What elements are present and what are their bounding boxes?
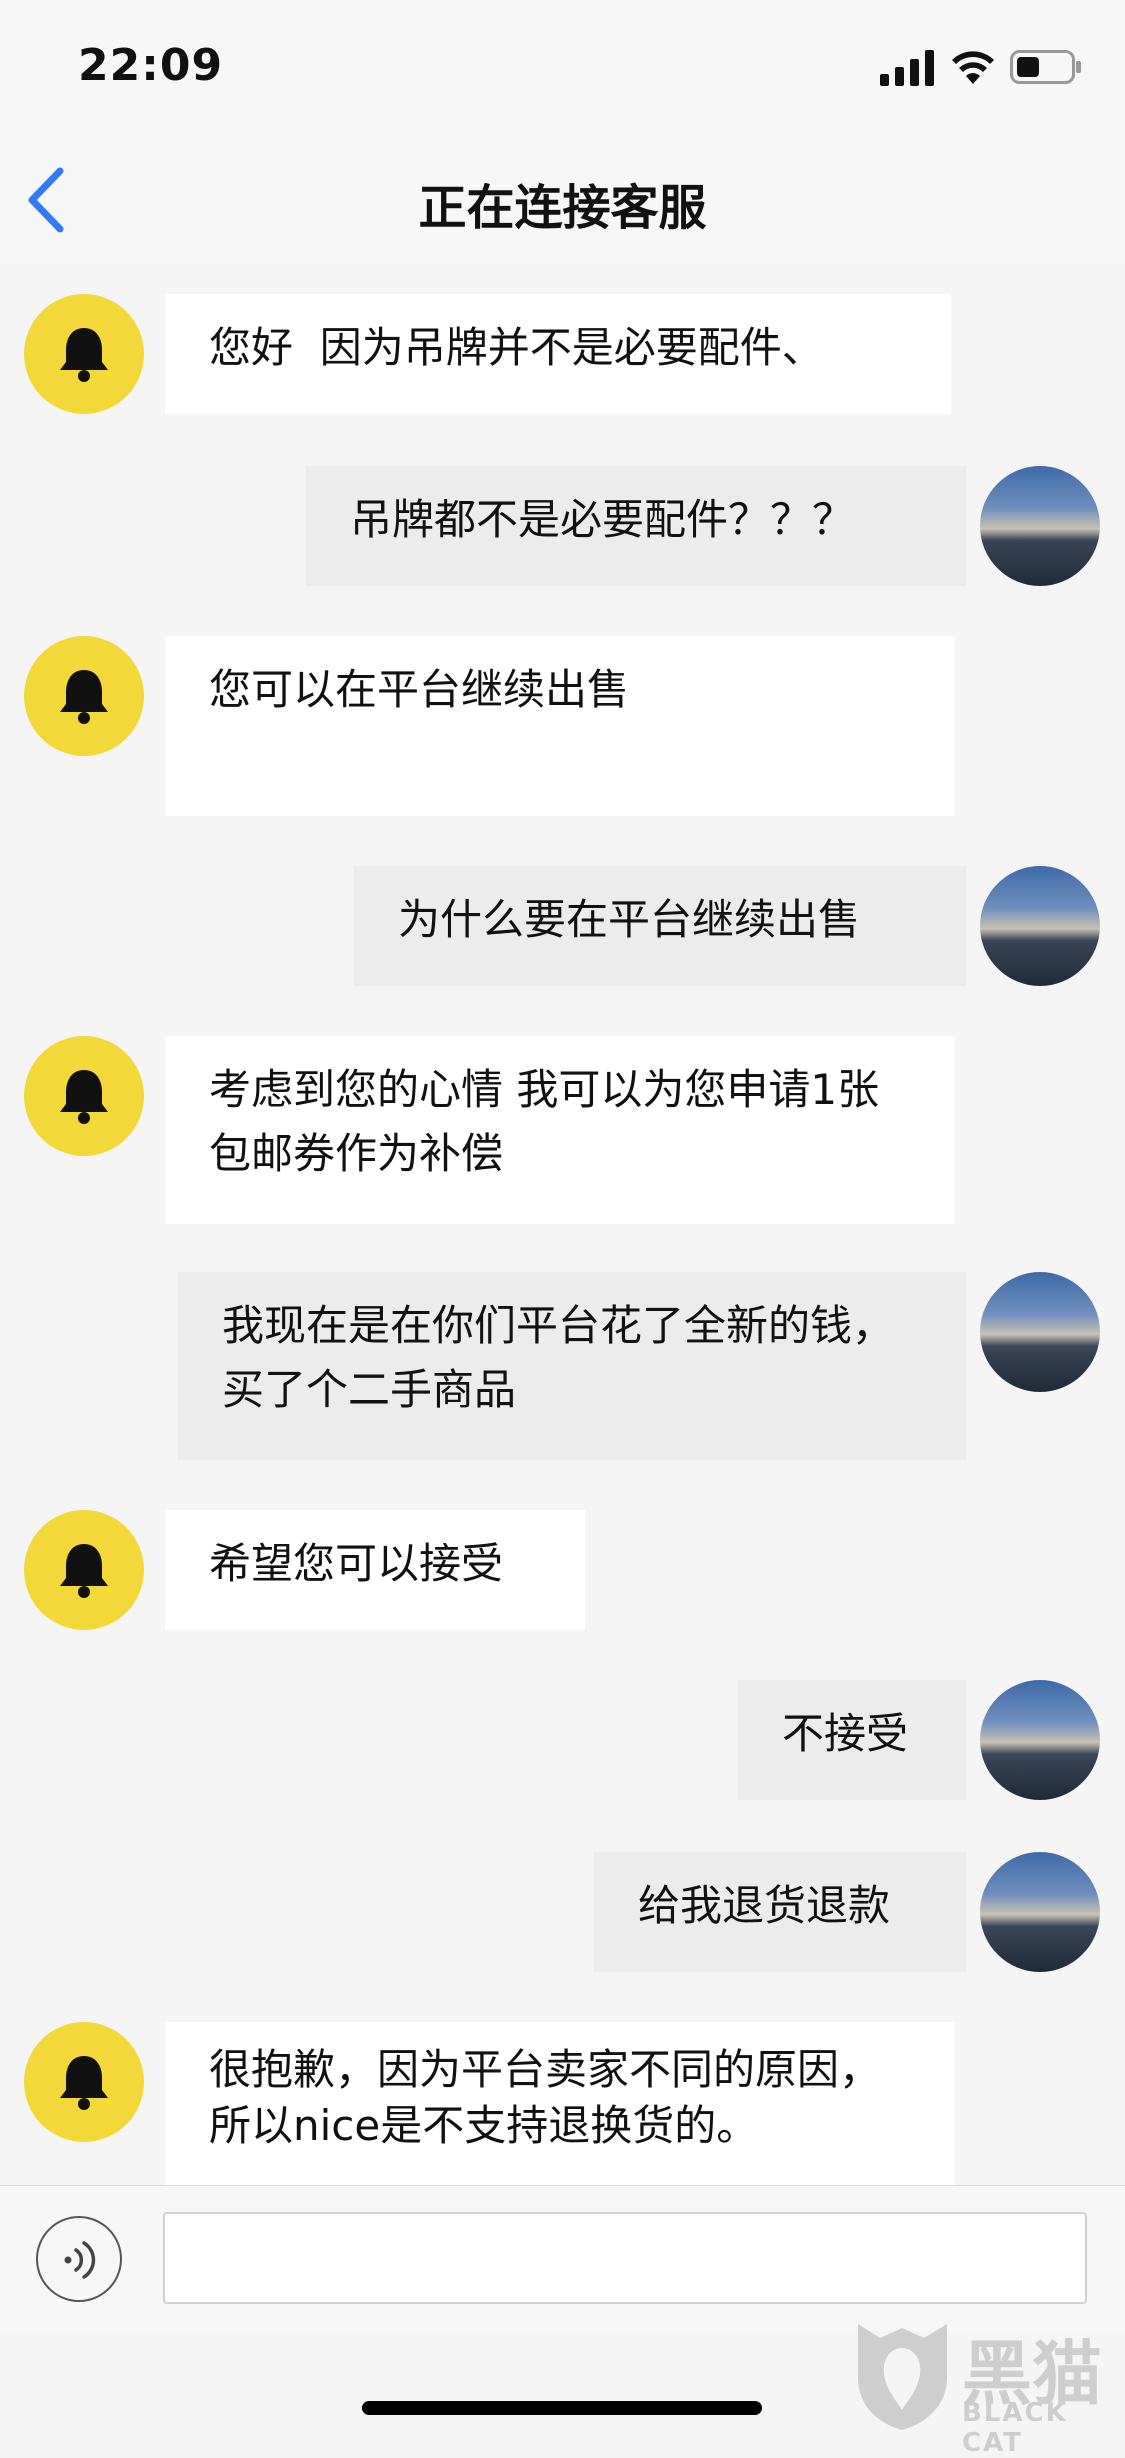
nav-bar: 正在连接客服 [0, 130, 1125, 265]
bot-message-bubble: 您可以在平台继续出售 [165, 636, 955, 816]
watermark: 黑猫 BLACK CAT [850, 2318, 1125, 2458]
user-message-bubble: 我现在是在你们平台花了全新的钱，买了个二手商品 [178, 1272, 966, 1460]
user-message-bubble: 为什么要在平台继续出售 [354, 866, 966, 986]
bot-message-bubble: 希望您可以接受 [165, 1510, 585, 1630]
voice-wave-icon [64, 2241, 96, 2279]
cellular-signal-icon [880, 50, 934, 86]
bot-message-bubble: 您好 因为吊牌并不是必要配件、 [165, 294, 951, 414]
user-avatar[interactable] [980, 866, 1100, 986]
bell-icon [60, 670, 108, 724]
status-time: 22:09 [78, 40, 224, 91]
home-indicator[interactable] [362, 2401, 762, 2415]
input-bar [0, 2185, 1125, 2332]
user-avatar[interactable] [980, 466, 1100, 586]
bot-avatar[interactable] [24, 1036, 144, 1156]
user-message-bubble: 不接受 [738, 1680, 966, 1800]
bell-icon [60, 328, 108, 382]
user-avatar[interactable] [980, 1852, 1100, 1972]
wifi-icon [952, 51, 994, 84]
black-cat-shield-logo [858, 2324, 947, 2430]
bot-message-bubble: 考虑到您的心情 我可以为您申请1张包邮券作为补偿 [165, 1036, 955, 1224]
bot-avatar[interactable] [24, 1510, 144, 1630]
message-input[interactable] [163, 2212, 1087, 2304]
bot-avatar[interactable] [24, 294, 144, 414]
page-title: 正在连接客服 [418, 180, 707, 236]
bot-avatar[interactable] [24, 2022, 144, 2142]
user-message-bubble: 给我退货退款 [594, 1852, 966, 1972]
status-bar: 22:09 [0, 0, 1125, 130]
watermark-brand-en: BLACK CAT [962, 2398, 1068, 2458]
bot-avatar[interactable] [24, 636, 144, 756]
user-message-bubble: 吊牌都不是必要配件？？？ [306, 466, 966, 586]
bell-icon [60, 1070, 108, 1124]
user-avatar[interactable] [980, 1680, 1100, 1800]
bell-icon [60, 1544, 108, 1598]
bot-message-bubble: 很抱歉，因为平台卖家不同的原因，所以nice是不支持退换货的。 [165, 2022, 955, 2185]
voice-button[interactable] [36, 2216, 122, 2302]
bell-icon [60, 2056, 108, 2110]
user-avatar[interactable] [980, 1272, 1100, 1392]
battery-icon [1010, 50, 1081, 84]
